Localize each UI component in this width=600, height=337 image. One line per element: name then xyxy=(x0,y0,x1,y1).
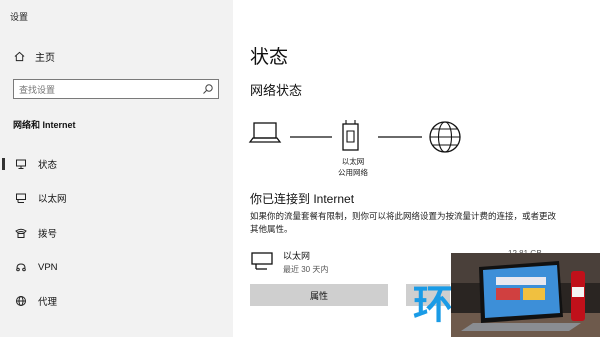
sidebar-item-label: 状态 xyxy=(38,160,58,171)
connection-description: 如果你的流量套餐有限制，则你可以将此网络设置为按流量计费的连接，或者更改其他属性… xyxy=(250,211,557,234)
sidebar-item-status[interactable]: 状态 xyxy=(0,153,233,175)
ethernet-name: 以太网 xyxy=(283,251,311,261)
sidebar-item-label: 代理 xyxy=(38,297,58,308)
sidebar-item-label: 拨号 xyxy=(38,229,58,240)
home-link[interactable]: 主页 xyxy=(14,48,55,64)
sidebar-item-label: VPN xyxy=(38,261,58,273)
search-input[interactable] xyxy=(14,81,199,99)
ethernet-icon xyxy=(251,252,273,270)
sidebar-item-vpn[interactable]: VPN xyxy=(0,256,233,278)
section-title: 网络和 Internet xyxy=(13,120,76,130)
connection-title: 你已连接到 Internet xyxy=(250,192,355,206)
proxy-icon xyxy=(14,294,28,308)
sidebar: 设置 主页 网络和 Internet 状态 xyxy=(0,0,233,337)
page-title: 状态 xyxy=(250,47,289,68)
ethernet-port-icon xyxy=(342,120,359,151)
ethernet-usage-period: 最近 30 天内 xyxy=(283,265,329,274)
search-icon[interactable] xyxy=(202,83,214,95)
home-label: 主页 xyxy=(35,52,55,64)
network-status-title: 网络状态 xyxy=(250,83,303,98)
network-diagram xyxy=(248,120,461,153)
diagram-label: 以太网 公用网络 xyxy=(334,156,372,178)
dialup-icon xyxy=(14,226,28,240)
sidebar-item-dialup[interactable]: 拨号 xyxy=(0,222,233,244)
globe-icon xyxy=(429,121,461,153)
ethernet-icon xyxy=(14,191,28,205)
vpn-icon xyxy=(14,260,28,274)
home-icon xyxy=(14,51,25,61)
status-icon xyxy=(14,157,28,171)
laptop-icon xyxy=(248,122,282,143)
diagram-label-line1: 以太网 xyxy=(341,157,365,166)
sidebar-item-label: 以太网 xyxy=(38,194,67,205)
diagram-label-line2: 公用网络 xyxy=(338,168,368,177)
site-logo: 环 xyxy=(413,283,453,327)
app-title: 设置 xyxy=(10,12,29,22)
sidebar-item-proxy[interactable]: 代理 xyxy=(0,290,233,312)
properties-button[interactable]: 属性 xyxy=(250,284,388,306)
sidebar-item-ethernet[interactable]: 以太网 xyxy=(0,187,233,209)
laptop-photo xyxy=(451,253,600,337)
search-box[interactable] xyxy=(13,79,219,99)
